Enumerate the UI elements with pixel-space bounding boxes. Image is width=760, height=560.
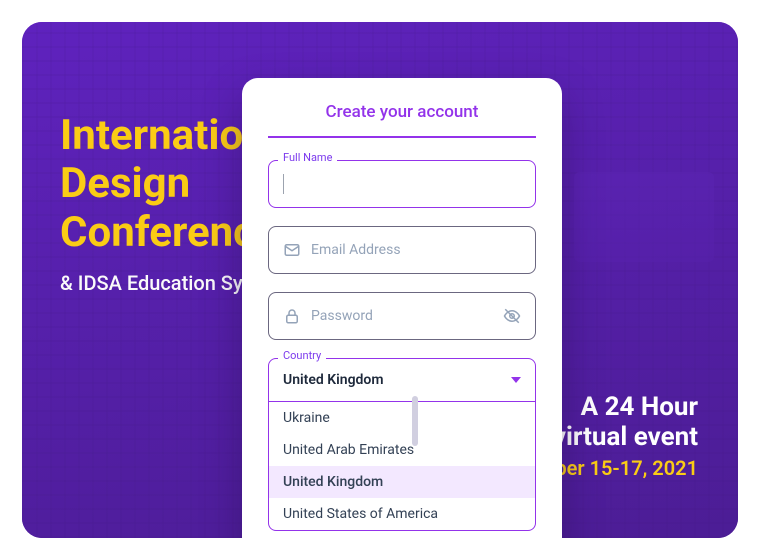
full-name-label: Full Name bbox=[278, 152, 337, 163]
hero-title-line2: Design bbox=[60, 159, 190, 208]
event-hero-card: International Design Conference & IDSA E… bbox=[22, 22, 738, 538]
email-field[interactable]: Email Address bbox=[268, 226, 536, 274]
country-selected-value: United Kingdom bbox=[283, 372, 384, 388]
full-name-field-wrap: Full Name bbox=[268, 160, 536, 208]
signup-modal: Create your account Full Name Email Addr… bbox=[242, 78, 562, 538]
eye-off-icon[interactable] bbox=[503, 307, 521, 325]
password-field[interactable]: Password bbox=[268, 292, 536, 340]
country-label: Country bbox=[278, 350, 326, 361]
country-select[interactable]: United Kingdom bbox=[268, 358, 536, 402]
password-placeholder: Password bbox=[311, 308, 493, 324]
full-name-input[interactable] bbox=[294, 176, 521, 192]
country-option[interactable]: United Kingdom bbox=[269, 466, 535, 498]
email-placeholder: Email Address bbox=[311, 242, 521, 258]
country-option[interactable]: United Arab Emirates bbox=[269, 434, 535, 466]
mail-icon bbox=[283, 241, 301, 259]
modal-title: Create your account bbox=[268, 102, 536, 138]
dropdown-scrollbar[interactable] bbox=[412, 396, 418, 446]
lock-icon bbox=[283, 307, 301, 325]
country-dropdown: Ukraine United Arab Emirates United King… bbox=[268, 402, 536, 531]
full-name-field[interactable] bbox=[268, 160, 536, 208]
country-option[interactable]: United States of America bbox=[269, 498, 535, 530]
chevron-down-icon bbox=[511, 377, 521, 383]
text-cursor bbox=[283, 174, 284, 194]
country-option[interactable]: Ukraine bbox=[269, 402, 535, 434]
